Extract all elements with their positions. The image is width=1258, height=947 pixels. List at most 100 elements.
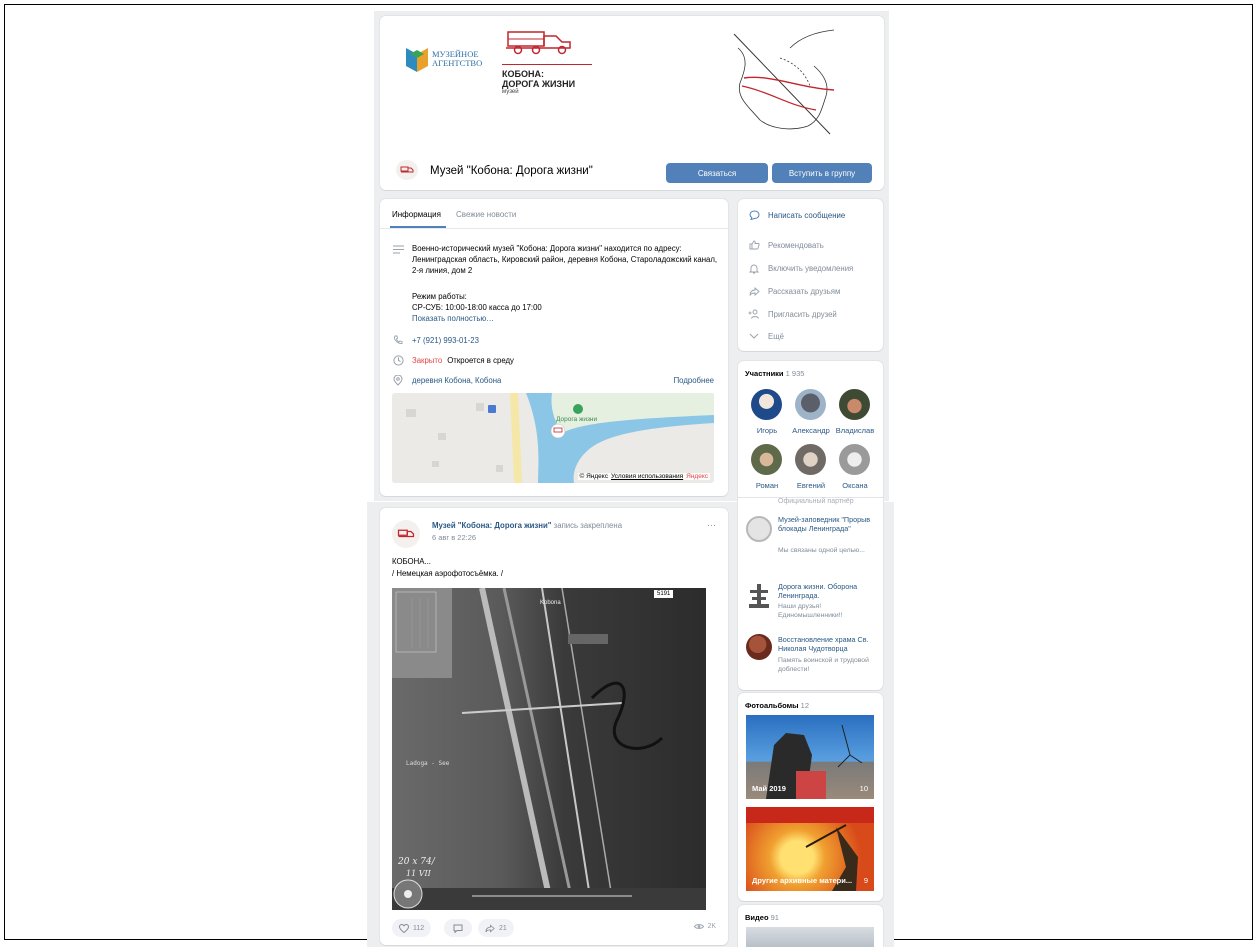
pinned-post: Музей "Кобона: Дорога жизни" запись закр… [380,508,728,945]
post-menu-button[interactable]: ··· [707,520,716,530]
museum-logo: КОБОНА: ДОРОГА ЖИЗНИ музей [502,28,597,95]
members-title: Участники [745,369,784,378]
action-label: Рассказать друзьям [768,286,841,296]
clock-icon [392,354,404,366]
link-title: Дорога жизни. Оборона Ленинграда. [778,582,858,600]
albums-title: Фотоальбомы [745,701,799,710]
views-count: 2K [707,923,716,930]
members-card: Участники 1 935 Игорь Александр Владисла… [738,361,883,501]
post-photo[interactable]: 20 x 74/ 11 VII Kobona Ladoga - See 5191 [392,588,706,910]
truck-icon [506,31,571,55]
status-opens: Откроется в среду [447,355,514,365]
action-label: Рекомендовать [768,240,824,250]
map-terms-link[interactable]: Условия использования [611,473,683,480]
member-name: Игорь [756,426,778,435]
phone-number[interactable]: +7 (921) 993-01-23 [412,335,479,346]
repost-count: 21 [499,924,507,932]
museum-logo-line1: КОБОНА: [502,69,544,79]
like-button[interactable]: 112 [392,919,432,937]
info-card: Информация Свежие новости Военно-историч… [380,199,728,496]
route-map-illustration [733,29,835,135]
aerial-photo-graphic: 20 x 74/ 11 VII [392,588,706,910]
action-label: Включить уведомления [768,263,854,273]
album-item[interactable]: Другие архивные матери... 9 [746,807,874,891]
videos-title: Видео [745,913,769,922]
member-avatar [751,444,782,475]
status-row: Закрыто Откроется в среду [392,354,514,366]
member-name: Александр [792,426,830,435]
link-title: Восстановление храма Св. Николая Чудотво… [778,635,869,653]
tab-news[interactable]: Свежие новости [456,210,516,219]
contact-button[interactable]: Связаться [666,163,768,183]
photo-label-top: Kobona [540,600,561,606]
map-attribution: © Яндекс Условия использования Яндекс [577,473,710,480]
views-counter: 2K [694,923,716,930]
members-header[interactable]: Участники 1 935 [745,369,804,378]
group-header: МУЗЕЙНОЕ АГЕНТСТВО КОБОНА: ДОРОГА ЖИЗНИ … [380,16,884,190]
map-brand: Яндекс [686,473,708,480]
phone-row: +7 (921) 993-01-23 [392,334,479,346]
svg-text:11 VII: 11 VII [406,869,432,878]
member-avatar [795,389,826,420]
member-avatar [795,444,826,475]
links-cut-text: Официальный партнёр [778,498,854,505]
hours-title: Режим работы: [412,292,467,301]
tab-information[interactable]: Информация [392,210,441,219]
videos-header[interactable]: Видео 91 [745,913,779,922]
more-details-link[interactable]: Подробнее [674,376,714,385]
post-text-line: КОБОНА... [392,557,431,566]
link-avatar [746,516,772,542]
bell-icon [748,262,760,274]
member-name: Роман [755,481,779,490]
photo-label-lake: Ladoga - See [406,760,450,767]
address-row: деревня Кобона, Кобона [392,374,501,386]
action-invite[interactable]: Пригласить друзей [748,308,837,320]
museum-logo-line2: ДОРОГА ЖИЗНИ [502,79,576,89]
join-group-button[interactable]: Вступить в группу [772,163,872,183]
chevron-down-icon [748,330,760,342]
status-closed: Закрыто [412,355,443,365]
action-write-message[interactable]: Написать сообщение [748,209,845,221]
videos-card: Видео 91 [738,905,883,947]
video-preview[interactable] [746,927,874,947]
group-avatar[interactable] [396,160,418,180]
member-name: Владислав [835,426,875,435]
truck-mini-icon [400,166,414,173]
group-page-bottom: Музей "Кобона: Дорога жизни" запись закр… [367,498,894,947]
map-graphic [392,393,714,483]
location-map[interactable]: Дорога жизни © Яндекс Условия использова… [392,393,714,483]
description-icon [392,243,404,255]
videos-count: 91 [770,913,779,922]
map-place-label: Дорога жизни [556,416,598,423]
link-desc: Память воинской и трудовой доблести! [778,657,869,673]
action-share[interactable]: Рассказать друзьям [748,285,840,297]
group-description: Военно-исторический музей "Кобона: Дорог… [412,244,718,275]
albums-header[interactable]: Фотоальбомы 12 [745,701,809,710]
member-avatar [839,444,870,475]
address-link[interactable]: деревня Кобона, Кобона [412,375,501,386]
actions-card: Написать сообщение Рекомендовать Включит… [738,199,883,351]
post-author-avatar[interactable] [392,520,420,548]
post-text: КОБОНА... / Немецкая аэрофотосъёмка. / [392,556,503,580]
agency-logo-icon [406,48,428,72]
link-desc: Наши друзья! Единомышленники!! [778,603,843,619]
post-date[interactable]: 6 авг в 22:26 [432,533,476,542]
show-full-link[interactable]: Показать полностью… [412,313,494,324]
action-more[interactable]: Ещё [748,330,784,342]
repost-button[interactable]: 21 [478,919,514,937]
message-icon [748,209,760,221]
link-desc: Мы связаны одной целью... [778,547,865,554]
action-recommend[interactable]: Рекомендовать [748,239,824,251]
album-count: 9 [863,876,868,885]
action-label: Ещё [768,331,784,341]
action-notifications[interactable]: Включить уведомления [748,262,853,274]
photo-corner-label: 5191 [654,590,674,598]
comment-button[interactable] [444,919,472,937]
post-text-line: / Немецкая аэрофотосъёмка. / [392,569,504,578]
member-avatar [751,389,782,420]
album-item[interactable]: Май 2019 10 [746,715,874,799]
group-page-top: МУЗЕЙНОЕ АГЕНТСТВО КОБОНА: ДОРОГА ЖИЗНИ … [374,11,889,501]
info-tabs: Информация Свежие новости [380,199,728,229]
like-count: 112 [413,924,425,932]
post-author[interactable]: Музей "Кобона: Дорога жизни" [432,521,552,530]
